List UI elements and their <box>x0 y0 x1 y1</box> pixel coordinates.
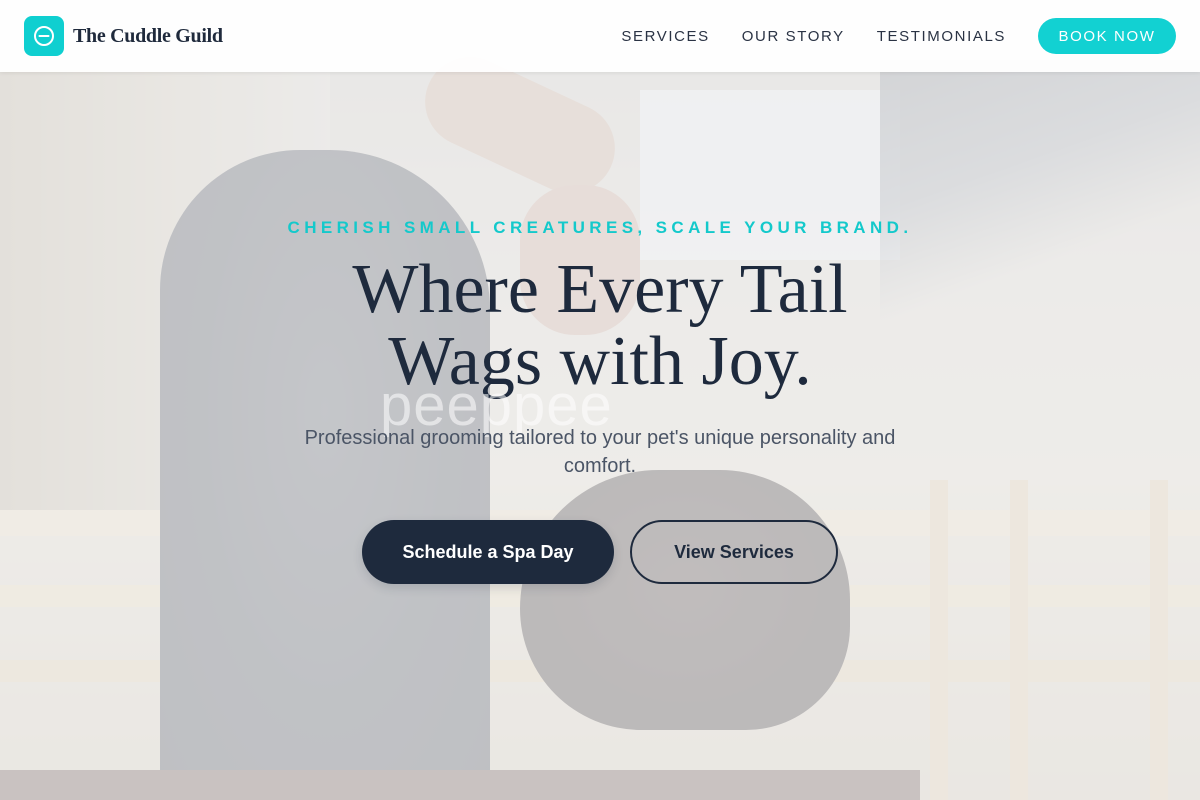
site-header: The Cuddle Guild SERVICES OUR STORY TEST… <box>0 0 1200 72</box>
book-now-button[interactable]: BOOK NOW <box>1038 18 1176 54</box>
nav-link-services[interactable]: SERVICES <box>621 28 709 45</box>
view-services-button[interactable]: View Services <box>630 520 838 584</box>
hero-headline-line-1: Where Every Tail <box>352 251 848 328</box>
main-nav: SERVICES OUR STORY TESTIMONIALS BOOK NOW <box>621 18 1176 54</box>
nav-link-testimonials[interactable]: TESTIMONIALS <box>877 28 1006 45</box>
nav-link-our-story[interactable]: OUR STORY <box>742 28 845 45</box>
minus-circle-icon <box>24 16 64 56</box>
page: The Cuddle Guild SERVICES OUR STORY TEST… <box>0 0 1200 800</box>
hero-subheading: Professional grooming tailored to your p… <box>304 427 896 477</box>
hero-eyebrow: CHERISH SMALL CREATURES, SCALE YOUR BRAN… <box>287 218 913 237</box>
brand-link[interactable]: The Cuddle Guild <box>24 16 223 56</box>
schedule-spa-day-button[interactable]: Schedule a Spa Day <box>362 520 614 584</box>
hero-section: CHERISH SMALL CREATURES, SCALE YOUR BRAN… <box>0 0 1200 800</box>
brand-name: The Cuddle Guild <box>73 24 223 47</box>
